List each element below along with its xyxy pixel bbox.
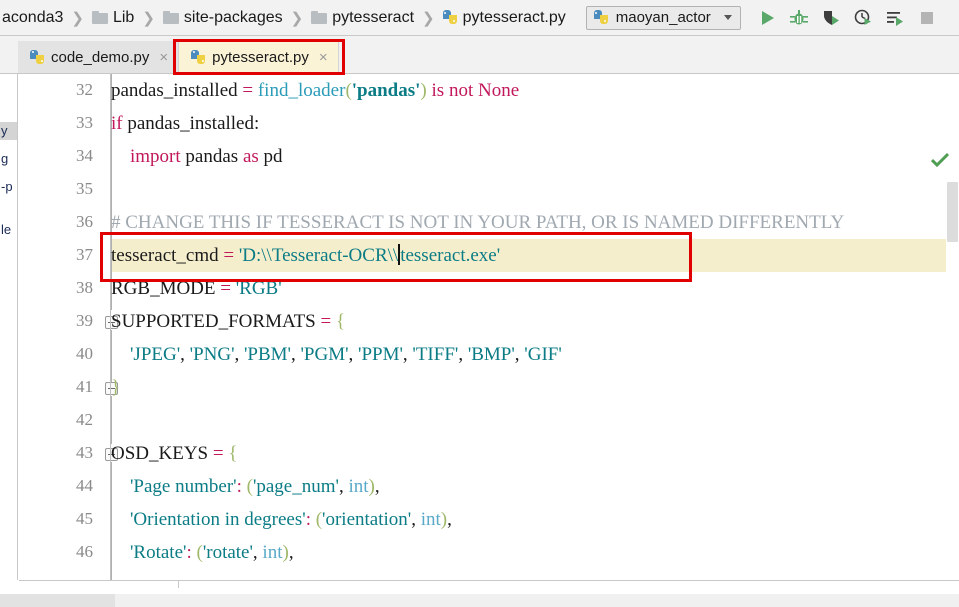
close-icon[interactable]: × bbox=[319, 49, 328, 66]
python-icon bbox=[593, 10, 609, 25]
code-line-40: 'JPEG', 'PNG', 'PBM', 'PGM', 'PPM', 'TIF… bbox=[130, 344, 562, 365]
code-editor[interactable]: 32 33 34 35 36 37 38 39 40 41 42 43 44 4… bbox=[19, 74, 959, 580]
code-line-44: 'Page number': ('page_num', int), bbox=[130, 476, 380, 497]
line-number: 39 bbox=[76, 311, 93, 330]
chevron-down-icon bbox=[723, 15, 732, 20]
line-number: 33 bbox=[76, 113, 93, 132]
breadcrumb-item-pytesseract[interactable]: pytesseract bbox=[309, 5, 416, 31]
breadcrumb-label: pytesseract bbox=[332, 8, 415, 26]
editor-tab-strip: code_demo.py × pytesseract.py × bbox=[0, 36, 959, 74]
code-line-38: RGB_MODE = 'RGB' bbox=[111, 278, 282, 299]
tab-pytesseract-py[interactable]: pytesseract.py × bbox=[179, 41, 339, 73]
line-number: 38 bbox=[76, 278, 93, 297]
status-bar-chip bbox=[0, 594, 115, 607]
breadcrumb-separator-icon: ❯ bbox=[142, 9, 155, 27]
line-number: 45 bbox=[76, 509, 93, 528]
line-number: 32 bbox=[76, 80, 93, 99]
python-file-icon bbox=[30, 49, 45, 65]
breadcrumb-separator-icon: ❯ bbox=[290, 9, 304, 27]
bottom-panel-divider bbox=[178, 580, 179, 588]
code-line-36: # CHANGE THIS IF TESSERACT IS NOT IN YOU… bbox=[111, 212, 845, 233]
line-number: 37 bbox=[76, 245, 93, 264]
line-number: 41 bbox=[76, 377, 93, 396]
breadcrumb: aconda3 ❯ Lib ❯ site-packages ❯ pytesser… bbox=[0, 0, 568, 36]
line-number: 44 bbox=[76, 476, 93, 495]
top-toolbar: aconda3 ❯ Lib ❯ site-packages ❯ pytesser… bbox=[0, 0, 959, 36]
code-line-32: pandas_installed = find_loader('pandas')… bbox=[111, 80, 520, 101]
breadcrumb-label: site-packages bbox=[183, 8, 283, 26]
breadcrumb-item-site-packages[interactable]: site-packages bbox=[161, 5, 285, 31]
status-bar bbox=[0, 594, 959, 607]
line-number: 40 bbox=[76, 344, 93, 363]
project-fragment-1: g bbox=[1, 151, 9, 166]
folder-icon bbox=[311, 11, 328, 24]
line-number: 43 bbox=[76, 443, 93, 462]
breadcrumb-item-pytesseract-py[interactable]: pytesseract.py bbox=[441, 5, 568, 31]
code-content[interactable]: pandas_installed = find_loader('pandas')… bbox=[111, 74, 959, 580]
run-configuration-selector[interactable]: maoyan_actor bbox=[585, 5, 741, 30]
code-line-46: 'Rotate': ('rotate', int), bbox=[130, 542, 294, 563]
code-line-45: 'Orientation in degrees': ('orientation'… bbox=[130, 509, 452, 530]
code-line-33: if pandas_installed: bbox=[111, 113, 260, 134]
project-fragment-3: le bbox=[1, 222, 12, 237]
python-file-icon bbox=[442, 10, 458, 25]
breadcrumb-label: pytesseract.py bbox=[462, 8, 566, 26]
folder-icon bbox=[91, 11, 108, 24]
close-icon[interactable]: × bbox=[159, 49, 168, 66]
breadcrumb-label: aconda3 bbox=[2, 8, 64, 26]
breadcrumb-item-lib[interactable]: Lib bbox=[90, 5, 136, 31]
debug-button[interactable] bbox=[789, 8, 809, 28]
line-number: 35 bbox=[76, 179, 93, 198]
tab-label: pytesseract.py bbox=[212, 48, 309, 66]
line-number: 46 bbox=[76, 542, 93, 561]
code-line-34: import pandas as pd bbox=[130, 146, 283, 167]
profile-button[interactable] bbox=[853, 8, 873, 28]
code-line-43: OSD_KEYS = { bbox=[111, 443, 238, 464]
breadcrumb-label: Lib bbox=[112, 8, 135, 26]
line-number: 34 bbox=[76, 146, 93, 165]
breadcrumb-item-anaconda3[interactable]: aconda3 bbox=[0, 5, 65, 31]
run-toolbar bbox=[757, 7, 959, 28]
run-configuration-name: maoyan_actor bbox=[615, 9, 711, 26]
editor-scrollbar-thumb[interactable] bbox=[947, 182, 958, 242]
line-number: 36 bbox=[76, 212, 93, 231]
breadcrumb-separator-icon: ❯ bbox=[71, 9, 84, 27]
code-line-39: SUPPORTED_FORMATS = { bbox=[111, 311, 346, 332]
green-check-icon[interactable] bbox=[930, 152, 950, 168]
line-number-gutter[interactable]: 32 33 34 35 36 37 38 39 40 41 42 43 44 4… bbox=[19, 74, 111, 580]
project-fragment-0: y bbox=[1, 123, 8, 138]
code-line-41: } bbox=[111, 377, 121, 398]
ide-window: aconda3 ❯ Lib ❯ site-packages ❯ pytesser… bbox=[0, 0, 959, 607]
run-with-profiler-button[interactable] bbox=[885, 8, 905, 28]
run-with-coverage-button[interactable] bbox=[821, 8, 841, 28]
python-file-icon bbox=[191, 49, 206, 65]
tab-label: code_demo.py bbox=[51, 48, 150, 66]
folder-icon bbox=[162, 11, 179, 24]
run-button[interactable] bbox=[757, 8, 777, 28]
stop-button[interactable] bbox=[917, 8, 937, 28]
tab-code-demo-py[interactable]: code_demo.py × bbox=[18, 41, 180, 73]
project-fragment-2: -p bbox=[1, 179, 13, 194]
code-line-37: tesseract_cmd = 'D:\\Tesseract-OCR\\ tess… bbox=[111, 244, 501, 266]
breadcrumb-separator-icon: ❯ bbox=[422, 9, 435, 27]
project-panel-clipped[interactable]: y g -p le bbox=[0, 74, 18, 580]
line-number: 42 bbox=[76, 410, 93, 429]
